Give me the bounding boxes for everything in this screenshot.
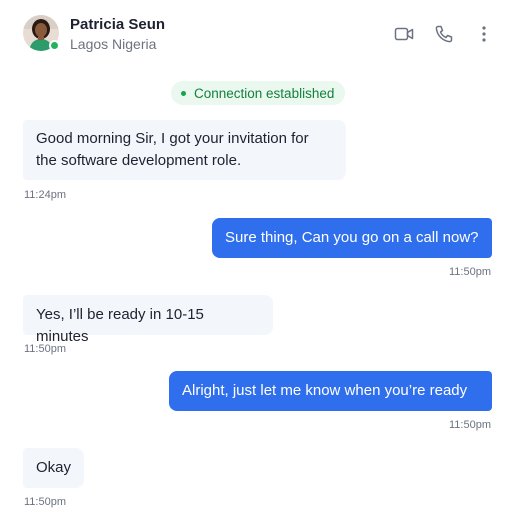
connection-status-badge: Connection established	[171, 81, 346, 105]
message-text: Okay	[36, 459, 72, 476]
message-bubble-outgoing[interactable]: Alright, just let me know when you’re re…	[169, 371, 492, 411]
message-timestamp: 11:24pm	[24, 189, 66, 201]
message-timestamp: 11:50pm	[24, 343, 66, 355]
status-dot	[181, 90, 186, 96]
connection-status-text: Connection established	[194, 85, 335, 101]
message-timestamp: 11:50pm	[449, 266, 491, 278]
message-bubble-incoming[interactable]: Good morning Sir, I got your invitation …	[23, 120, 346, 180]
message-bubble-incoming[interactable]: Okay	[23, 448, 84, 488]
message-text: Sure thing, Can you go on a call now?	[225, 229, 479, 246]
video-camera-icon[interactable]	[394, 24, 414, 44]
contact-location: Lagos Nigeria	[70, 36, 157, 52]
chat-window: Patricia Seun Lagos Nigeria Connection e…	[0, 0, 516, 521]
message-text: Alright, just let me know when you’re re…	[182, 382, 468, 399]
phone-icon[interactable]	[434, 24, 454, 44]
message-timestamp: 11:50pm	[449, 419, 491, 431]
message-text: Good morning Sir, I got your invitation …	[36, 130, 309, 169]
chat-header: Patricia Seun Lagos Nigeria	[0, 0, 516, 66]
online-status-indicator	[49, 40, 60, 51]
message-bubble-outgoing[interactable]: Sure thing, Can you go on a call now?	[212, 218, 492, 258]
message-bubble-incoming[interactable]: Yes, I’ll be ready in 10-15 minutes	[23, 295, 273, 345]
contact-name: Patricia Seun	[70, 16, 166, 33]
message-timestamp: 11:50pm	[24, 496, 66, 508]
more-vertical-icon[interactable]	[474, 24, 494, 44]
message-text: Yes, I’ll be ready in 10-15 minutes	[36, 306, 204, 345]
